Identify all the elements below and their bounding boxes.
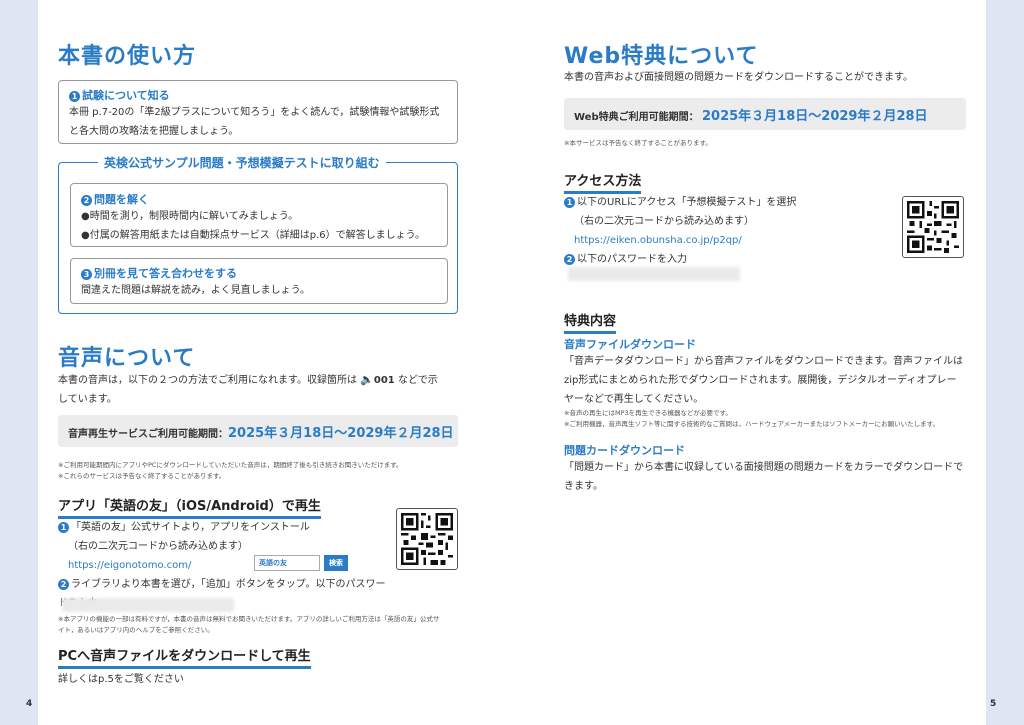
card-download-title: 問題カードダウンロード [564,444,685,457]
step3-box: 3 別冊を見て答え合わせをする 間違えた問題は解説を読み，よく見直しましょう。 [70,258,448,304]
search-input[interactable]: 英語の友 [254,555,320,571]
period-date: 2025年３月18日～2029年２月28日 [228,426,454,441]
access-section-title: アクセス方法 [564,170,642,194]
audio-notes: ※ご利用可能期間内にアプリやPCにダウンロードしていただいた音声は，期間終了後も… [58,461,403,480]
step-number-icon: 1 [564,197,575,208]
app-section-title: アプリ「英語の友」（iOS/Android）で再生 [58,495,321,519]
step3-title: 別冊を見て答え合わせをする [94,267,237,280]
step-number-icon: 2 [564,254,575,265]
audio-description: 本書の音声は，以下の２つの方法でご利用になれます。収録箇所は 🔈001 などで示… [58,370,458,409]
audio-period-banner: 音声再生サービスご利用可能期間： 2025年３月18日～2029年２月28日 [58,415,458,447]
access-password-blurred [568,267,740,281]
page-title-usage: 本書の使い方 [58,44,197,69]
speaker-icon: 🔈 [360,373,374,386]
audio-download-title: 音声ファイルダウンロード [564,338,696,351]
step2-box: 2 問題を解く ●時間を測り，制限時間内に解いてみましょう。 ●付属の解答用紙また… [70,183,448,247]
audio-download-notes: ※音声の再生にはMP3を再生できる機器などが必要です。 ※ご利用機器，音声再生ソ… [564,409,939,428]
pc-description: 詳しくはp.5をご覧ください [58,674,184,685]
step1-title: 試験について知る [82,89,170,102]
period-label: Web特典ご利用可能期間： [574,112,699,123]
audio-section-title: 音声について [58,346,196,371]
step2-line: ●時間を測り，制限時間内に解いてみましょう。 [81,211,299,222]
card-download-text: 「問題カード」から本書に収録している面接問題の問題カードをカラーでダウンロードで… [564,462,964,492]
period-label: 音声再生サービスご利用可能期間： [68,429,228,440]
step1-line: 本冊 p.7-20の「準2級プラスについて知ろう」をよく読んで，試験情報や試験形… [69,107,440,118]
audio-download-text: 「音声データダウンロード」から音声ファイルをダウンロードできます。音声ファイルは… [564,356,963,405]
step-number-icon: 2 [81,195,92,206]
qr-code-icon[interactable] [902,196,964,258]
access-steps: 1 以下のURLにアクセス「予想模擬テスト」を選択 （右の二次元コードから読み込め… [564,193,894,269]
web-period-banner: Web特典ご利用可能期間： 2025年３月18日～2029年２月28日 [564,98,966,130]
pc-section-title: PCへ音声ファイルをダウンロードして再生 [58,645,311,669]
web-benefit-title: Web特典について [564,44,759,69]
step-number-icon: 1 [58,522,69,533]
step-number-icon: 2 [58,579,69,590]
search-button[interactable]: 検索 [324,555,348,571]
step-number-icon: 3 [81,269,92,280]
app-password-blurred [62,598,234,612]
benefit-section-title: 特典内容 [564,310,617,334]
page-number-right: 5 [990,699,997,709]
access-url-link[interactable]: https://eiken.obunsha.co.jp/p2qp/ [564,231,894,250]
step3-line: 間違えた問題は解説を読み，よく見直しましょう。 [81,285,310,296]
web-benefit-intro: 本書の音声および面接問題の問題カードをダウンロードすることができます。 [564,72,913,83]
period-date: 2025年３月18日～2029年２月28日 [702,109,928,124]
step2-title: 問題を解く [94,193,149,206]
step-number-icon: 1 [69,91,80,102]
step2-line: ●付属の解答用紙または自動採点サービス（詳細はp.6）で解答しましょう。 [81,230,426,241]
step1-box: 1 試験について知る 本冊 p.7-20の「準2級プラスについて知ろう」をよく読ん… [58,80,458,144]
app-notes: ※本アプリの機能の一部は有料ですが，本書の音声は無料でお聞きいただけます。アプリ… [58,615,440,634]
web-note: ※本サービスは予告なく終了することがあります。 [564,139,712,147]
audio-track-code: 001 [373,375,395,386]
page-number-left: 4 [26,699,33,709]
step1-line: と各大問の攻略法を把握しましょう。 [69,126,239,137]
qr-code-icon[interactable] [396,508,458,570]
practice-section-title: 英検公式サンプル問題・予想模擬テストに取り組む [98,154,386,171]
